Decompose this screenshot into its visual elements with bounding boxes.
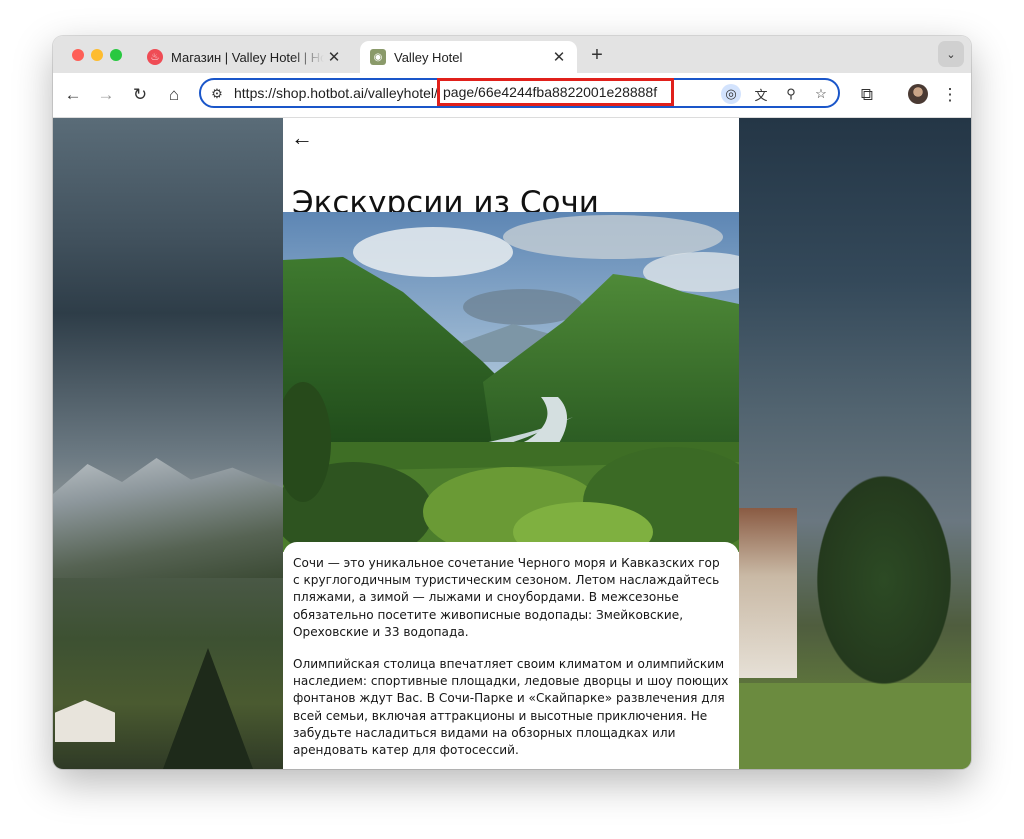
page-viewport: ← Экскурсии из Сочи Сочи — это уникально… — [53, 118, 971, 769]
extensions-icon[interactable]: ⧉ — [856, 84, 878, 106]
close-tab-icon[interactable]: ✕ — [549, 48, 569, 66]
bookmark-star-icon[interactable]: ☆ — [811, 84, 831, 104]
google-lens-icon[interactable]: ◎ — [721, 84, 741, 104]
background-landscape-left — [53, 118, 283, 769]
minimize-window-button[interactable] — [91, 49, 103, 61]
browser-window: ♨ Магазин | Valley Hotel | Hotbot ✕ ◉ Va… — [53, 36, 971, 769]
mountain-range — [53, 458, 283, 578]
forward-arrow-icon[interactable]: → — [95, 84, 117, 106]
background-landscape-right — [739, 118, 971, 769]
tab-title: Магазин | Valley Hotel | Hotbot — [171, 49, 324, 65]
profile-avatar[interactable] — [908, 84, 928, 104]
valley-hotel-favicon-icon: ◉ — [370, 49, 386, 65]
tab-valley-hotel[interactable]: ◉ Valley Hotel ✕ — [360, 41, 577, 73]
maximize-window-button[interactable] — [110, 49, 122, 61]
zoom-icon[interactable]: ⚲ — [781, 84, 801, 104]
hero-image — [283, 212, 739, 552]
hotbot-favicon-icon: ♨ — [147, 49, 163, 65]
browser-toolbar: ← → ↻ ⌂ ⚙ https://shop.hotbot.ai/valleyh… — [53, 73, 971, 118]
hotel-building — [739, 508, 797, 678]
site-settings-icon[interactable]: ⚙ — [207, 84, 227, 104]
new-tab-icon[interactable]: + — [587, 44, 607, 67]
url-highlighted-segment: page/66e4244fba8822001e28888f — [437, 78, 674, 106]
translate-icon[interactable]: 文 — [751, 84, 771, 104]
home-icon[interactable]: ⌂ — [163, 84, 185, 106]
pine-tree — [163, 648, 253, 769]
description-paragraph: Сочи — это уникальное сочетание Черного … — [293, 556, 720, 639]
address-bar[interactable]: ⚙ https://shop.hotbot.ai/valleyhotel/ pa… — [199, 78, 840, 108]
back-arrow-icon[interactable]: ← — [291, 126, 315, 150]
tab-title: Valley Hotel — [394, 49, 463, 65]
back-arrow-icon[interactable]: ← — [62, 84, 84, 106]
more-menu-icon[interactable]: ⋮ — [939, 84, 961, 106]
url-text: https://shop.hotbot.ai/valleyhotel/ — [234, 85, 438, 101]
tab-search-chevron-down-icon[interactable]: ⌄ — [938, 41, 964, 67]
chalet — [55, 700, 115, 742]
content-panel: ← Экскурсии из Сочи Сочи — это уникально… — [283, 118, 739, 769]
tree — [799, 448, 969, 688]
reload-icon[interactable]: ↻ — [129, 84, 151, 106]
description-paragraph: Олимпийская столица впечатляет своим кли… — [293, 657, 729, 758]
close-window-button[interactable] — [72, 49, 84, 61]
close-tab-icon[interactable]: ✕ — [324, 48, 344, 66]
tab-shop[interactable]: ♨ Магазин | Valley Hotel | Hotbot ✕ — [137, 41, 352, 73]
mountain-valley-photo — [283, 212, 739, 552]
description-card: Сочи — это уникальное сочетание Черного … — [283, 542, 739, 769]
meadow — [739, 683, 971, 769]
tab-strip: ♨ Магазин | Valley Hotel | Hotbot ✕ ◉ Va… — [53, 36, 971, 73]
